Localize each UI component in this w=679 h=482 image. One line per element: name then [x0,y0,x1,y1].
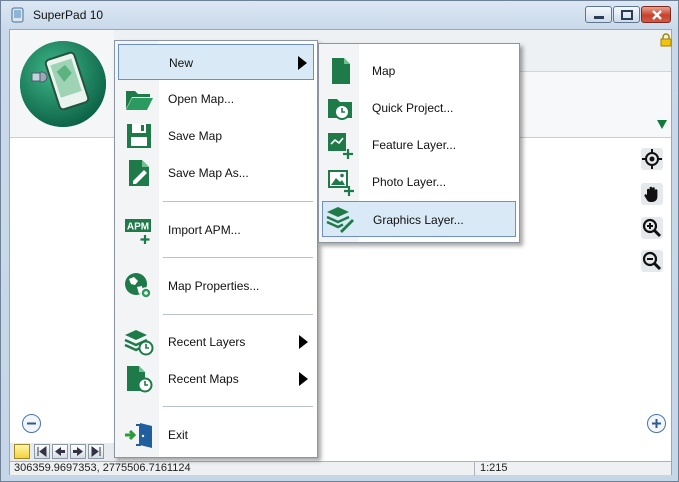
menu-item-recent-maps[interactable]: Recent Maps [118,361,314,397]
app-menu-button[interactable] [18,35,108,133]
status-bar: 306359.9697353, 2775506.7161124 1:215 [10,461,671,476]
menu-item-label: Open Map... [168,92,235,106]
submenu-item-photo-layer[interactable]: Photo Layer... [322,164,516,200]
menu-item-label: Graphics Layer... [373,213,464,227]
feature-layer-icon [328,133,353,159]
menu-item-label: Save Map As... [168,166,249,180]
map-scale: 1:215 [480,462,508,474]
save-icon [127,124,151,148]
title-bar[interactable]: SuperPad 10 [1,1,678,29]
plus-icon [652,419,661,428]
graphics-layer-icon [326,207,354,233]
recent-maps-icon [127,366,153,393]
app-icon [11,7,24,23]
quick-project-icon [328,99,352,120]
status-divider [474,462,475,476]
map-navigation-strip [10,443,120,461]
menu-item-open-map[interactable]: Open Map... [118,81,314,117]
menu-item-save-map-as[interactable]: Save Map As... [118,155,314,191]
menu-item-recent-layers[interactable]: Recent Layers [118,324,314,360]
maximize-icon [621,10,633,20]
apm-import-icon: APM [125,219,151,244]
window-title: SuperPad 10 [33,8,104,22]
zoom-in-button[interactable] [647,414,666,433]
menu-item-label: Map [372,64,396,78]
globe-gear-icon [125,273,152,299]
menu-item-new[interactable]: New [118,44,314,80]
menu-separator [163,314,313,315]
maximize-button[interactable] [613,6,640,23]
zoom-out-button[interactable] [22,414,41,433]
recent-layers-icon [124,330,154,356]
ribbon-expand-icon[interactable] [656,118,668,130]
first-page-button[interactable] [34,444,50,459]
menu-item-label: Save Map [168,129,223,143]
submenu-item-quick-project[interactable]: Quick Project... [322,90,516,126]
next-button[interactable] [70,444,86,459]
submenu-arrow-icon [298,56,307,70]
map-document-icon [332,58,350,84]
pan-hand-icon[interactable] [641,183,663,205]
close-button[interactable] [641,6,671,23]
close-icon [652,10,662,20]
photo-layer-icon [328,170,354,196]
menu-item-map-properties[interactable]: Map Properties... [118,268,314,304]
menu-item-label: Exit [168,428,189,442]
last-arrow-icon [91,446,101,457]
save-as-icon [129,160,149,186]
menu-item-exit[interactable]: Exit [118,417,314,453]
minimize-button[interactable] [585,6,612,23]
menu-separator [163,406,313,407]
submenu-arrow-icon [299,335,308,349]
menu-item-label: Import APM... [168,223,241,237]
coordinate-readout: 306359.9697353, 2775506.7161124 [14,462,191,474]
application-menu: New Open Map... Save Map Save Map As... [114,40,318,458]
minimize-icon [594,16,604,19]
first-arrow-icon [37,446,47,457]
lock-icon[interactable] [660,33,672,47]
submenu-item-feature-layer[interactable]: Feature Layer... [322,127,516,163]
left-arrow-icon [55,447,65,456]
menu-item-label: Quick Project... [372,101,454,115]
last-page-button[interactable] [88,444,104,459]
menu-separator [163,201,313,202]
apm-icon-text: APM [127,222,149,233]
menu-item-label: Feature Layer... [372,138,457,152]
menu-item-label: Recent Maps [168,372,239,386]
minus-icon [27,422,36,425]
menu-item-import-apm[interactable]: APM Import APM... [118,212,314,248]
exit-icon [125,423,152,448]
page-icon[interactable] [14,444,30,459]
new-submenu: Map Quick Project... Feature Layer... Ph… [318,43,520,243]
zoom-out-tool-icon[interactable] [641,250,663,272]
menu-item-label: Photo Layer... [372,175,447,189]
menu-item-label: New [169,56,194,70]
menu-item-label: Recent Layers [168,335,246,349]
right-arrow-icon [73,447,83,456]
folder-open-icon [126,91,153,110]
submenu-item-map[interactable]: Map [322,53,516,89]
menu-item-save-map[interactable]: Save Map [118,118,314,154]
submenu-item-graphics-layer[interactable]: Graphics Layer... [322,201,516,237]
menu-separator [163,257,313,258]
menu-item-label: Map Properties... [168,279,260,293]
submenu-arrow-icon [299,372,308,386]
zoom-in-tool-icon[interactable] [641,217,663,239]
previous-button[interactable] [52,444,68,459]
locate-gps-icon[interactable] [641,148,663,170]
